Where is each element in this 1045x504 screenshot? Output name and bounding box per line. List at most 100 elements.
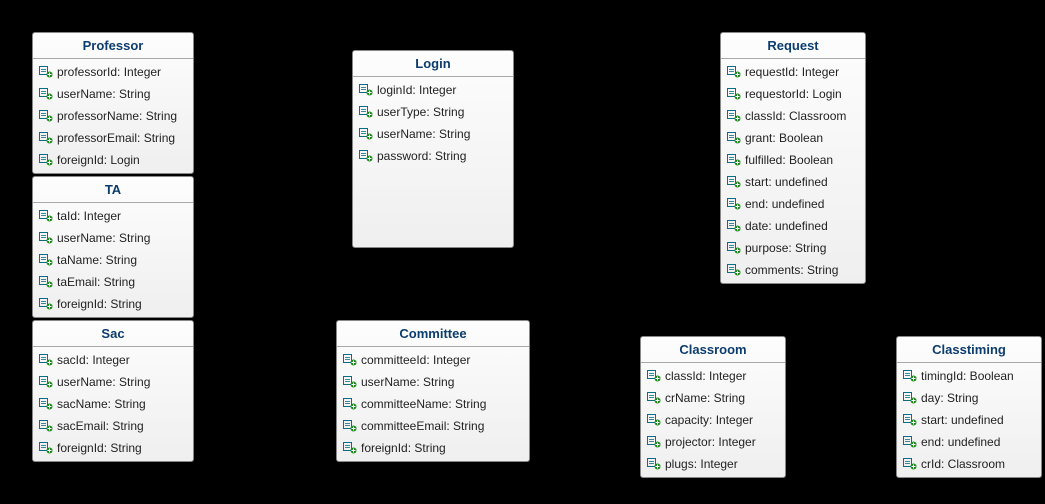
attribute-row: grant: Boolean xyxy=(721,127,865,149)
attribute-text: classId: Integer xyxy=(665,367,746,385)
attribute-text: start: undefined xyxy=(745,173,828,191)
property-add-icon xyxy=(727,88,741,100)
attribute-list: professorId: Integer userName: String pr… xyxy=(33,59,193,173)
property-add-icon xyxy=(343,376,357,388)
attribute-row: classId: Classroom xyxy=(721,105,865,127)
property-add-icon xyxy=(39,420,53,432)
class-committee: Committee committeeId: Integer userName:… xyxy=(336,320,530,462)
attribute-row: userType: String xyxy=(353,101,513,123)
attribute-text: taEmail: String xyxy=(57,273,135,291)
property-add-icon xyxy=(343,442,357,454)
attribute-list: committeeId: Integer userName: String co… xyxy=(337,347,529,461)
attribute-text: end: undefined xyxy=(745,195,824,213)
class-ta: TA taId: Integer userName: String taName… xyxy=(32,176,194,318)
attribute-row: foreignId: Login xyxy=(33,149,193,171)
attribute-row: crName: String xyxy=(641,387,785,409)
attribute-text: crName: String xyxy=(665,389,745,407)
attribute-row: day: String xyxy=(897,387,1041,409)
property-add-icon xyxy=(359,128,373,140)
property-add-icon xyxy=(727,154,741,166)
attribute-text: requestId: Integer xyxy=(745,63,839,81)
property-add-icon xyxy=(39,376,53,388)
property-add-icon xyxy=(903,392,917,404)
attribute-row: professorEmail: String xyxy=(33,127,193,149)
property-add-icon xyxy=(39,66,53,78)
attribute-row: sacId: Integer xyxy=(33,349,193,371)
property-add-icon xyxy=(39,110,53,122)
attribute-text: foreignId: String xyxy=(57,295,142,313)
attribute-text: plugs: Integer xyxy=(665,455,738,473)
attribute-row: end: undefined xyxy=(721,193,865,215)
property-add-icon xyxy=(39,298,53,310)
class-title: TA xyxy=(33,177,193,203)
attribute-list: classId: Integer crName: String capacity… xyxy=(641,363,785,477)
property-add-icon xyxy=(39,154,53,166)
class-professor: Professor professorId: Integer userName:… xyxy=(32,32,194,174)
attribute-text: userName: String xyxy=(57,373,150,391)
property-add-icon xyxy=(903,458,917,470)
attribute-row: start: undefined xyxy=(897,409,1041,431)
attribute-row: password: String xyxy=(353,145,513,167)
attribute-text: capacity: Integer xyxy=(665,411,753,429)
attribute-text: timingId: Boolean xyxy=(921,367,1014,385)
attribute-row: requestId: Integer xyxy=(721,61,865,83)
attribute-row: userName: String xyxy=(33,227,193,249)
property-add-icon xyxy=(647,436,661,448)
attribute-text: day: String xyxy=(921,389,978,407)
attribute-row: sacName: String xyxy=(33,393,193,415)
attribute-text: start: undefined xyxy=(921,411,1004,429)
attribute-text: committeeId: Integer xyxy=(361,351,470,369)
attribute-text: grant: Boolean xyxy=(745,129,823,147)
property-add-icon xyxy=(343,420,357,432)
attribute-row: date: undefined xyxy=(721,215,865,237)
attribute-row: professorName: String xyxy=(33,105,193,127)
attribute-text: fulfilled: Boolean xyxy=(745,151,833,169)
class-classroom: Classroom classId: Integer crName: Strin… xyxy=(640,336,786,478)
class-title: Classtiming xyxy=(897,337,1041,363)
attribute-text: sacEmail: String xyxy=(57,417,144,435)
property-add-icon xyxy=(343,398,357,410)
attribute-text: requestorId: Login xyxy=(745,85,842,103)
attribute-row: capacity: Integer xyxy=(641,409,785,431)
property-add-icon xyxy=(727,176,741,188)
property-add-icon xyxy=(903,436,917,448)
attribute-list: loginId: Integer userType: String userNa… xyxy=(353,77,513,169)
attribute-text: foreignId: Login xyxy=(57,151,140,169)
attribute-text: end: undefined xyxy=(921,433,1000,451)
property-add-icon xyxy=(647,414,661,426)
attribute-text: foreignId: String xyxy=(361,439,446,457)
property-add-icon xyxy=(903,414,917,426)
attribute-text: password: String xyxy=(377,147,466,165)
attribute-text: committeeEmail: String xyxy=(361,417,484,435)
property-add-icon xyxy=(647,370,661,382)
attribute-text: userName: String xyxy=(377,125,470,143)
attribute-row: projector: Integer xyxy=(641,431,785,453)
attribute-list: timingId: Boolean day: String start: und… xyxy=(897,363,1041,477)
property-add-icon xyxy=(39,276,53,288)
attribute-text: sacId: Integer xyxy=(57,351,130,369)
attribute-row: start: undefined xyxy=(721,171,865,193)
class-login: Login loginId: Integer userType: String … xyxy=(352,50,514,248)
attribute-row: foreignId: String xyxy=(33,293,193,315)
attribute-row: userName: String xyxy=(337,371,529,393)
attribute-row: userName: String xyxy=(353,123,513,145)
property-add-icon xyxy=(727,66,741,78)
attribute-text: purpose: String xyxy=(745,239,826,257)
attribute-row: foreignId: String xyxy=(337,437,529,459)
class-classtiming: Classtiming timingId: Boolean day: Strin… xyxy=(896,336,1042,478)
property-add-icon xyxy=(39,398,53,410)
attribute-text: professorName: String xyxy=(57,107,177,125)
attribute-text: taId: Integer xyxy=(57,207,121,225)
attribute-row: comments: String xyxy=(721,259,865,281)
property-add-icon xyxy=(359,84,373,96)
class-title: Committee xyxy=(337,321,529,347)
class-request: Request requestId: Integer requestorId: … xyxy=(720,32,866,284)
property-add-icon xyxy=(727,242,741,254)
attribute-row: userName: String xyxy=(33,83,193,105)
property-add-icon xyxy=(39,132,53,144)
attribute-row: taId: Integer xyxy=(33,205,193,227)
attribute-text: loginId: Integer xyxy=(377,81,456,99)
class-title: Sac xyxy=(33,321,193,347)
attribute-text: comments: String xyxy=(745,261,838,279)
attribute-row: purpose: String xyxy=(721,237,865,259)
